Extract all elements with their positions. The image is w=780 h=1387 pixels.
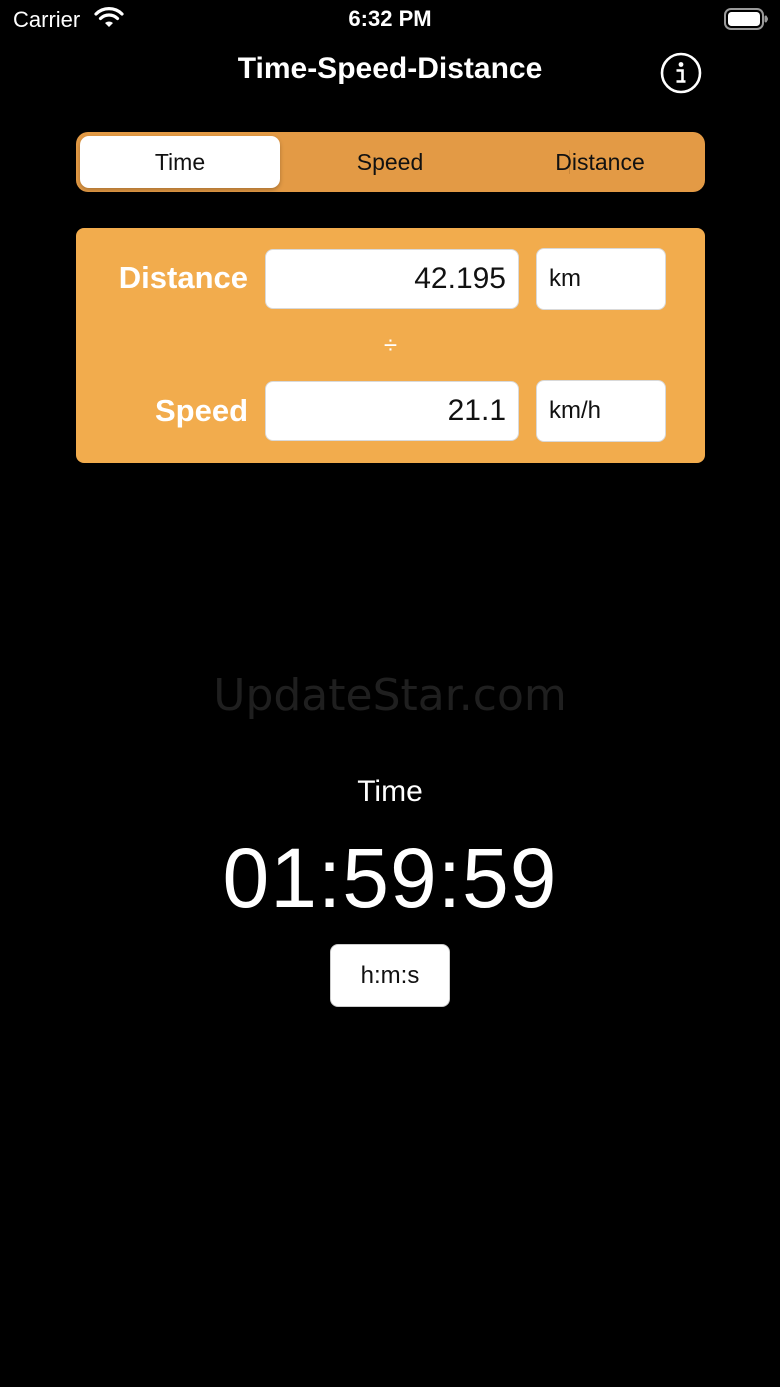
input-card: Distance 42.195 km ÷ Speed 21.1 km/h [76, 228, 705, 463]
status-bar: Carrier 6:32 PM [0, 0, 780, 40]
speed-field[interactable]: 21.1 [265, 381, 519, 441]
status-time: 6:32 PM [348, 6, 432, 31]
distance-field[interactable]: 42.195 [265, 249, 519, 309]
result-value: 01:59:59 [222, 831, 558, 925]
info-icon[interactable] [660, 52, 702, 94]
mode-segmented-control: Time Speed Distance [76, 132, 705, 192]
segment-distance[interactable]: Distance [500, 136, 700, 188]
divide-operator: ÷ [383, 332, 398, 359]
time-format-button[interactable]: h:m:s [330, 944, 450, 1007]
distance-unit-button[interactable]: km [536, 248, 666, 310]
result-label: Time [357, 775, 423, 808]
speed-label: Speed [154, 393, 248, 428]
segment-time[interactable]: Time [80, 136, 280, 188]
distance-label: Distance [118, 260, 248, 295]
battery-icon [724, 8, 768, 30]
speed-unit-button[interactable]: km/h [536, 380, 666, 442]
watermark: UpdateStar.com [213, 670, 567, 721]
segment-speed[interactable]: Speed [290, 136, 490, 188]
